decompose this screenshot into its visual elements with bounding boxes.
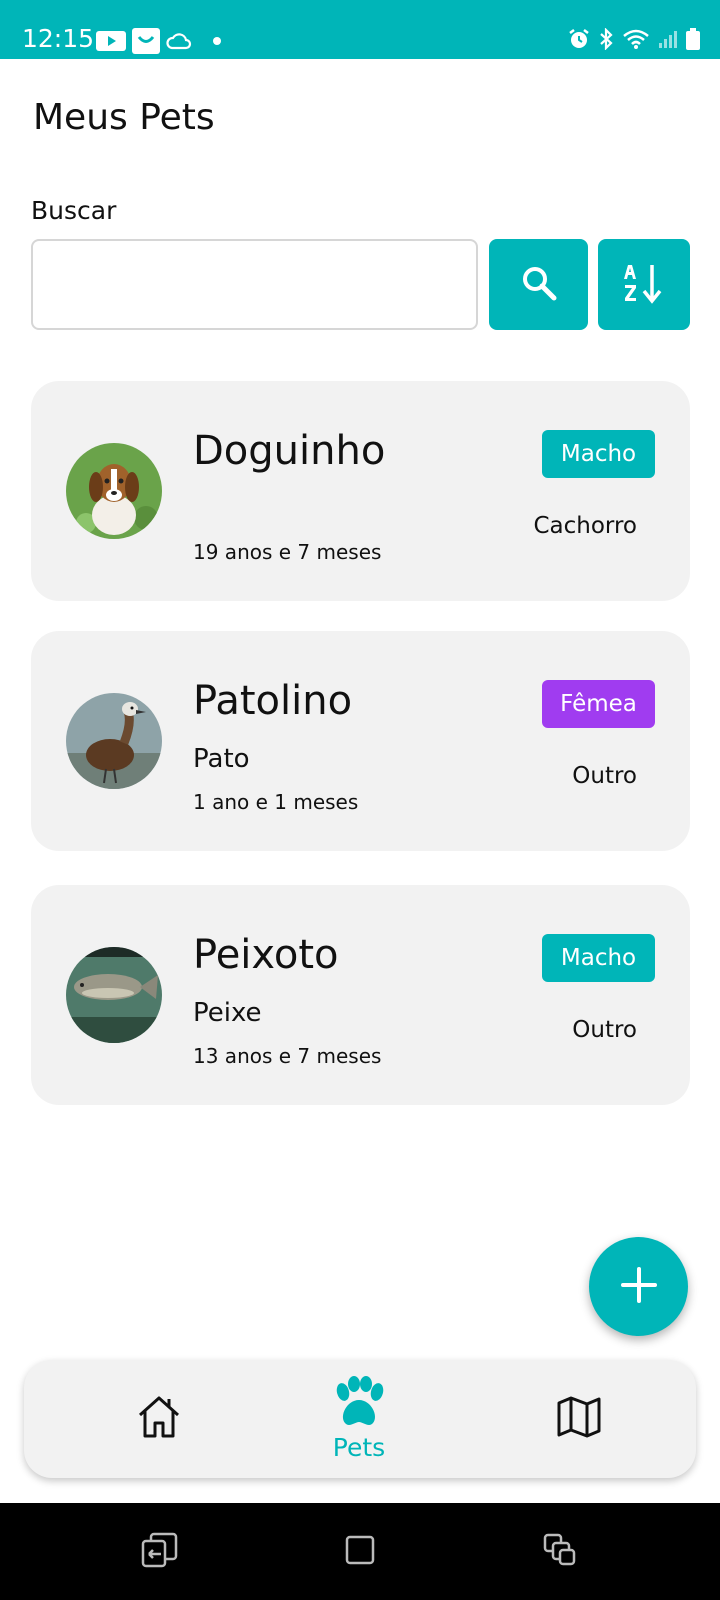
search-input[interactable] (31, 239, 478, 330)
pet-card-peixoto[interactable]: Peixoto Peixe 13 anos e 7 meses Macho Ou… (31, 885, 690, 1105)
nav-home[interactable] (94, 1360, 224, 1478)
pet-age: 13 anos e 7 meses (193, 1044, 382, 1068)
pet-name: Patolino (193, 678, 353, 724)
status-bar: 12:15 (0, 0, 720, 59)
pet-breed: Peixe (193, 998, 262, 1028)
nav-map[interactable] (514, 1360, 644, 1478)
recents-button[interactable] (538, 1530, 582, 1574)
nav-label-pets: Pets (332, 1433, 386, 1462)
home-icon (136, 1395, 182, 1443)
dot-icon (212, 36, 222, 46)
sex-badge: Fêmea (542, 680, 655, 728)
recents-icon (542, 1532, 578, 1572)
sex-badge: Macho (542, 430, 655, 478)
system-nav-bar (0, 1503, 720, 1600)
pet-age: 19 anos e 7 meses (193, 540, 382, 564)
add-pet-button[interactable] (589, 1237, 688, 1336)
paw-icon (331, 1376, 387, 1432)
back-button[interactable] (138, 1530, 182, 1574)
pet-avatar (66, 443, 162, 539)
app-icon (132, 28, 160, 54)
sex-badge: Macho (542, 934, 655, 982)
pet-species: Outro (572, 1017, 637, 1043)
pet-avatar (66, 693, 162, 789)
cloud-icon (166, 31, 192, 51)
search-label: Buscar (31, 196, 117, 225)
alarm-icon (568, 28, 590, 50)
pet-avatar (66, 947, 162, 1043)
pet-card-patolino[interactable]: Patolino Pato 1 ano e 1 meses Fêmea Outr… (31, 631, 690, 851)
sort-button[interactable] (598, 239, 690, 330)
pet-name: Doguinho (193, 428, 386, 474)
search-icon (520, 264, 558, 305)
status-time: 12:15 (22, 24, 95, 53)
pet-species: Cachorro (533, 513, 637, 539)
pet-name: Peixoto (193, 932, 339, 978)
sort-az-icon (622, 261, 666, 308)
home-nav-button[interactable] (338, 1530, 382, 1574)
search-button[interactable] (489, 239, 588, 330)
signal-icon (658, 29, 678, 49)
page-title: Meus Pets (33, 97, 215, 138)
wifi-icon (622, 28, 650, 50)
plus-icon (619, 1265, 659, 1309)
bluetooth-icon (598, 28, 614, 50)
square-icon (344, 1534, 376, 1570)
pet-age: 1 ano e 1 meses (193, 790, 359, 814)
nav-pets[interactable]: Pets (294, 1360, 424, 1478)
pet-card-doguinho[interactable]: Doguinho 19 anos e 7 meses Macho Cachorr… (31, 381, 690, 601)
battery-icon (686, 28, 700, 50)
pet-species: Outro (572, 763, 637, 789)
back-icon (141, 1532, 179, 1572)
youtube-icon (96, 29, 126, 53)
map-icon (556, 1395, 602, 1443)
bottom-nav: Pets (24, 1360, 696, 1478)
pet-breed: Pato (193, 744, 250, 774)
